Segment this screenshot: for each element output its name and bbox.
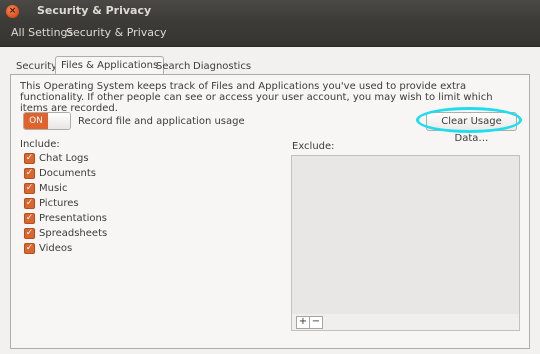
tab-diagnostics[interactable]: Diagnostics	[190, 59, 254, 74]
exclude-list[interactable]	[291, 155, 520, 315]
include-item-label: Spreadsheets	[39, 228, 108, 239]
title-bar: × Security & Privacy	[0, 0, 540, 22]
checkbox-checked-icon[interactable]: ✓	[24, 198, 35, 209]
include-item-label: Pictures	[39, 198, 79, 209]
record-usage-toggle[interactable]: ON	[23, 112, 71, 130]
include-item-label: Music	[39, 183, 68, 194]
checkbox-checked-icon[interactable]: ✓	[24, 213, 35, 224]
window-title: Security & Privacy	[37, 4, 152, 17]
security-privacy-window: × Security & Privacy All Settings Securi…	[0, 0, 540, 354]
checkbox-checked-icon[interactable]: ✓	[24, 228, 35, 239]
checkbox-checked-icon[interactable]: ✓	[24, 183, 35, 194]
close-icon[interactable]: ×	[6, 5, 19, 18]
tab-search[interactable]: Search	[153, 59, 193, 74]
checkbox-checked-icon[interactable]: ✓	[24, 153, 35, 164]
toggle-state: ON	[24, 113, 48, 129]
record-usage-label: Record file and application usage	[78, 116, 245, 127]
remove-button[interactable]: −	[309, 316, 323, 329]
toolbar: All Settings Security & Privacy	[0, 22, 540, 47]
include-label: Include:	[20, 139, 60, 150]
checkbox-checked-icon[interactable]: ✓	[24, 243, 35, 254]
breadcrumb-current[interactable]: Security & Privacy	[63, 22, 170, 44]
tab-security[interactable]: Security	[13, 59, 60, 74]
files-applications-panel: This Operating System keeps track of Fil…	[10, 74, 530, 349]
content-area: Security Files & Applications Search Dia…	[0, 47, 540, 354]
include-item-label: Presentations	[39, 213, 108, 224]
toggle-knob	[48, 113, 70, 129]
description-text: This Operating System keeps track of Fil…	[20, 81, 493, 114]
exclude-list-toolbar: + −	[291, 314, 520, 331]
clear-usage-data-button[interactable]: Clear Usage Data…	[426, 112, 517, 144]
add-button[interactable]: +	[296, 316, 310, 329]
tab-bar: Security Files & Applications Search Dia…	[10, 56, 530, 74]
exclude-label: Exclude:	[292, 141, 335, 152]
include-item-label: Videos	[39, 243, 73, 254]
include-item-label: Chat Logs	[39, 153, 89, 164]
checkbox-checked-icon[interactable]: ✓	[24, 168, 35, 179]
include-item-label: Documents	[39, 168, 97, 179]
tab-files-applications[interactable]: Files & Applications	[55, 56, 165, 74]
